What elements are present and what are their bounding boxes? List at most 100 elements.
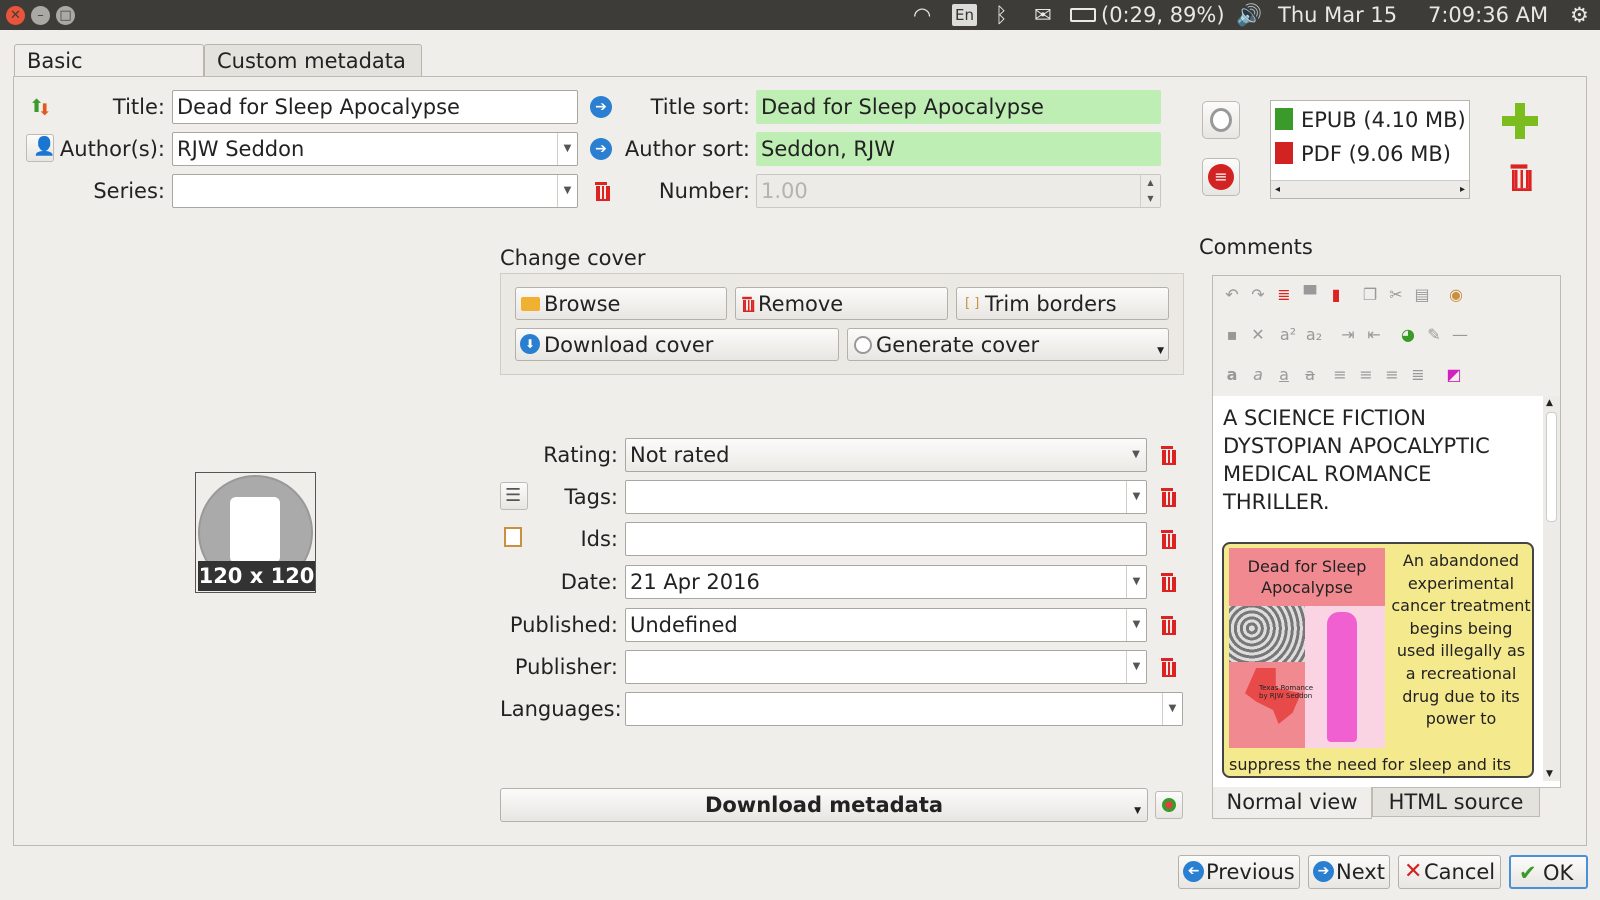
clear-rating-trash-icon[interactable]	[1153, 441, 1181, 469]
series-number-input[interactable]: 1.00 ▲ ▼	[756, 174, 1161, 208]
tab-custom-metadata[interactable]: Custom metadata	[204, 44, 422, 76]
chevron-down-icon[interactable]: ▼	[1134, 795, 1141, 827]
title-sort-input[interactable]: Dead for Sleep Apocalypse	[756, 90, 1161, 124]
title-input[interactable]: Dead for Sleep Apocalypse	[172, 90, 578, 124]
next-button[interactable]: ➔ Next	[1308, 855, 1390, 889]
author-sort-input[interactable]: Seddon, RJW	[756, 132, 1161, 166]
paste-icon[interactable]: ▀	[1299, 284, 1321, 306]
format-item-epub[interactable]: EPUB (4.10 MB)	[1275, 105, 1466, 135]
clear-date-trash-icon[interactable]	[1153, 568, 1181, 596]
chevron-down-icon[interactable]: ▼	[1162, 693, 1182, 725]
remove-format-icon[interactable]: ≣	[1273, 284, 1295, 306]
ids-input[interactable]	[625, 522, 1147, 556]
publisher-input[interactable]: ▼	[625, 650, 1147, 684]
formats-horizontal-scrollbar[interactable]: ◂ ▸	[1271, 180, 1469, 198]
add-format-button[interactable]	[1502, 103, 1538, 139]
clear-ids-trash-icon[interactable]	[1153, 525, 1181, 553]
edit-tags-button[interactable]: ☰	[500, 482, 528, 510]
manage-authors-button[interactable]: 👤	[26, 134, 55, 162]
metadata-from-format-button[interactable]: ≡	[1202, 158, 1240, 196]
mail-icon[interactable]: ✉	[1034, 3, 1052, 27]
clipboard-icon[interactable]: ▤	[1411, 284, 1433, 306]
keyboard-layout-indicator[interactable]: En	[952, 4, 977, 26]
bold-icon[interactable]: a	[1221, 364, 1243, 386]
indent-icon[interactable]: ⇥	[1337, 324, 1359, 346]
tab-normal-view[interactable]: Normal view	[1212, 787, 1372, 819]
block-icon[interactable]: ▪	[1221, 324, 1243, 346]
copy-to-author-sort-icon[interactable]: ➔	[590, 138, 612, 160]
swap-title-author-button[interactable]: ⬆ ⬇	[26, 92, 54, 120]
minimize-window-icon[interactable]: –	[31, 6, 50, 25]
scroll-up-icon[interactable]: ▲	[1546, 398, 1553, 408]
clock-time[interactable]: 7:09:36 AM	[1428, 3, 1548, 27]
italic-icon[interactable]: a	[1247, 364, 1269, 386]
chevron-down-icon[interactable]: ▼	[1157, 335, 1164, 367]
chevron-down-icon[interactable]: ▼	[1126, 481, 1146, 513]
spinner-icon[interactable]: ▲ ▼	[1140, 175, 1160, 207]
configure-download-button[interactable]	[1155, 791, 1183, 819]
outdent-icon[interactable]: ⇤	[1363, 324, 1385, 346]
chevron-down-icon[interactable]: ▼	[1126, 439, 1146, 471]
chevron-down-icon[interactable]: ▼	[1126, 651, 1146, 683]
clear-publisher-trash-icon[interactable]	[1153, 653, 1181, 681]
formats-list[interactable]: EPUB (4.10 MB) PDF (9.06 MB) ◂ ▸	[1270, 100, 1470, 199]
tab-html-source[interactable]: HTML source	[1372, 787, 1540, 817]
settings-gear-icon[interactable]: ⚙	[1570, 3, 1589, 27]
subscript-icon[interactable]: a₂	[1303, 324, 1325, 346]
generate-cover-button[interactable]: Generate cover ▼	[847, 328, 1169, 361]
series-input[interactable]: ▼	[172, 174, 578, 208]
clear-published-trash-icon[interactable]	[1153, 611, 1181, 639]
comments-editor[interactable]: ↶ ↷ ≣ ▀ ▮ ❐ ✂ ▤ ◉ ▪ ✕ a² a₂ ⇥ ⇤ ◕ ✎ — a …	[1212, 275, 1561, 788]
scroll-left-icon[interactable]: ◂	[1275, 181, 1280, 199]
rating-select[interactable]: Not rated ▼	[625, 438, 1147, 472]
color-icon[interactable]: ◕	[1397, 324, 1419, 346]
cover-image[interactable]: 120 x 120	[195, 472, 316, 593]
wifi-icon[interactable]: ◠	[913, 3, 931, 27]
copy-to-title-sort-icon[interactable]: ➔	[590, 96, 612, 118]
maximize-window-icon[interactable]: □	[56, 6, 75, 25]
browse-cover-button[interactable]: Browse	[515, 287, 727, 320]
volume-icon[interactable]: 🔊	[1236, 3, 1262, 27]
tags-input[interactable]: ▼	[625, 480, 1147, 514]
tab-basic-metadata[interactable]: Basic metadata	[14, 44, 204, 105]
strikethrough-icon[interactable]: a	[1299, 364, 1321, 386]
align-right-icon[interactable]: ≡	[1381, 364, 1403, 386]
close-window-icon[interactable]: ✕	[6, 6, 25, 25]
format-item-pdf[interactable]: PDF (9.06 MB)	[1275, 139, 1451, 169]
bluetooth-icon[interactable]: ᛒ	[995, 3, 1008, 27]
cancel-button[interactable]: ✕ Cancel	[1398, 855, 1501, 889]
ok-button[interactable]: ✔ OK	[1509, 855, 1588, 889]
remove-format-trash-icon[interactable]	[1499, 157, 1538, 196]
battery-icon[interactable]	[1070, 8, 1096, 22]
scroll-thumb[interactable]	[1546, 412, 1557, 522]
scroll-right-icon[interactable]: ▸	[1460, 181, 1465, 199]
download-cover-button[interactable]: ⬇ Download cover	[515, 328, 839, 361]
clear-icon[interactable]: ✕	[1247, 324, 1269, 346]
download-metadata-button[interactable]: Download metadata ▼	[500, 788, 1148, 822]
paste-isbn-button[interactable]	[500, 524, 528, 552]
remove-cover-button[interactable]: Remove	[735, 287, 948, 320]
underline-icon[interactable]: a	[1273, 364, 1295, 386]
delete-icon[interactable]: ▮	[1325, 284, 1347, 306]
justify-icon[interactable]: ≣	[1407, 364, 1429, 386]
cut-icon[interactable]: ✂	[1385, 284, 1407, 306]
scroll-down-icon[interactable]: ▼	[1546, 769, 1553, 779]
chevron-down-icon[interactable]: ▼	[557, 175, 577, 207]
comments-vertical-scrollbar[interactable]: ▲ ▼	[1543, 396, 1560, 781]
align-left-icon[interactable]: ≡	[1329, 364, 1351, 386]
languages-input[interactable]: ▼	[625, 692, 1183, 726]
copy-icon[interactable]: ❐	[1359, 284, 1381, 306]
horizontal-rule-icon[interactable]: —	[1449, 324, 1471, 346]
clear-tags-trash-icon[interactable]	[1153, 483, 1181, 511]
chevron-down-icon[interactable]: ▼	[1126, 609, 1146, 641]
select-all-icon[interactable]: ◉	[1445, 284, 1467, 306]
chevron-down-icon[interactable]: ▼	[1126, 566, 1146, 598]
superscript-icon[interactable]: a²	[1277, 324, 1299, 346]
published-input[interactable]: Undefined ▼	[625, 608, 1147, 642]
redo-icon[interactable]: ↷	[1247, 284, 1269, 306]
trim-borders-button[interactable]: [ ] Trim borders	[956, 287, 1169, 320]
undo-icon[interactable]: ↶	[1221, 284, 1243, 306]
set-cover-from-format-button[interactable]	[1202, 101, 1240, 139]
link-icon[interactable]: ✎	[1423, 324, 1445, 346]
date-input[interactable]: 21 Apr 2016 ▼	[625, 565, 1147, 599]
